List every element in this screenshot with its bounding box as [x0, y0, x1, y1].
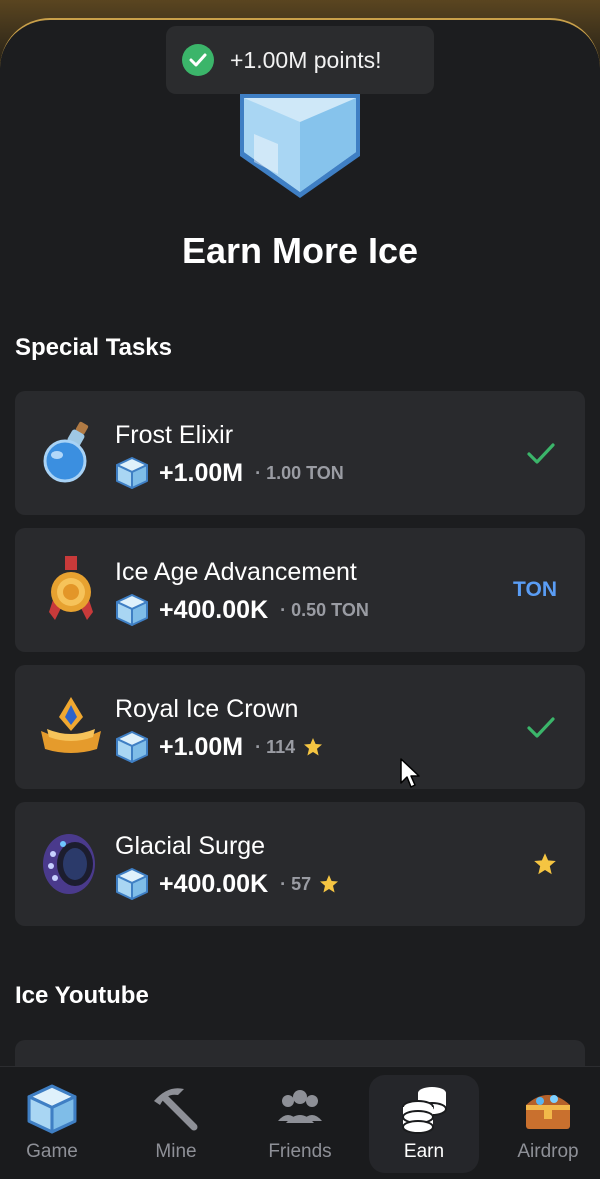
coins-icon	[402, 1087, 447, 1134]
star-icon	[320, 875, 339, 893]
page-title: Earn More Ice	[181, 230, 419, 271]
task-price-text: · 57	[280, 873, 312, 894]
task-name: Frost Elixir	[115, 421, 234, 449]
section-title-special-tasks: Special Tasks	[15, 334, 172, 361]
reward-amount: +1.00M	[159, 732, 244, 761]
nav-item-airdrop[interactable]: Airdrop	[493, 1075, 600, 1173]
bottom-nav: Game Mine Friends Earn Airdrop	[0, 1066, 600, 1179]
check-circle-icon	[182, 44, 214, 76]
nav-label: Mine	[155, 1141, 197, 1162]
toast-message: +1.00M points!	[230, 46, 382, 73]
task-price-text: · 1.00 TON	[255, 462, 344, 483]
task-reward: +1.00M · 114	[115, 729, 323, 765]
check-icon	[527, 443, 555, 464]
task-price-text: · 114	[255, 736, 296, 757]
task-status	[525, 711, 557, 743]
task-price: · 57	[280, 874, 339, 895]
task-card-frost-elixir[interactable]: Frost Elixir +1.00M · 1.00 TON	[15, 391, 585, 515]
task-reward: +1.00M · 1.00 TON	[115, 455, 344, 491]
task-status[interactable]	[533, 848, 557, 880]
treasure-chest-icon	[526, 1095, 570, 1129]
task-name: Ice Age Advancement	[115, 558, 357, 586]
task-reward: +400.00K · 0.50 TON	[115, 592, 369, 628]
ton-pay-button[interactable]: TON	[513, 578, 557, 602]
friends-icon	[278, 1090, 322, 1123]
nav-item-friends[interactable]: Friends	[245, 1075, 355, 1173]
reward-amount: +400.00K	[159, 869, 269, 898]
task-card-glacial-surge[interactable]: Glacial Surge +400.00K · 57	[15, 802, 585, 926]
task-card-ice-age-advancement[interactable]: Ice Age Advancement +400.00K · 0.50 TON …	[15, 528, 585, 652]
task-status	[525, 437, 557, 469]
check-icon	[527, 717, 555, 738]
ice-cube-icon	[116, 457, 148, 489]
task-reward: +400.00K · 57	[115, 866, 339, 902]
ice-cube-icon	[27, 1084, 77, 1134]
medal-icon	[39, 556, 103, 622]
nav-label: Earn	[403, 1141, 445, 1162]
potion-icon	[39, 419, 103, 485]
nav-label: Friends	[268, 1141, 332, 1162]
crown-icon	[39, 693, 103, 759]
ice-cube-icon	[234, 94, 366, 200]
mouse-cursor-icon	[400, 758, 420, 788]
task-name: Glacial Surge	[115, 832, 266, 860]
nav-item-mine[interactable]: Mine	[121, 1075, 231, 1173]
ice-cube-icon	[116, 868, 148, 900]
star-pay-button-icon[interactable]	[533, 852, 557, 876]
reward-amount: +400.00K	[159, 595, 269, 624]
nav-label: Airdrop	[517, 1141, 579, 1162]
task-status[interactable]: TON	[513, 574, 557, 606]
star-icon	[304, 738, 323, 756]
app-container: +1.00M points! Earn More Ice Special Tas…	[0, 18, 600, 1178]
ice-cube-icon	[116, 731, 148, 763]
ring-icon	[39, 830, 103, 896]
task-price-text: · 0.50 TON	[280, 599, 369, 620]
toast-notification: +1.00M points!	[166, 26, 434, 94]
pickaxe-icon	[154, 1088, 198, 1131]
nav-label: Game	[26, 1141, 78, 1162]
section-title-ice-youtube: Ice Youtube	[15, 982, 149, 1009]
nav-item-game[interactable]: Game	[0, 1075, 107, 1173]
task-price: · 1.00 TON	[255, 463, 344, 484]
task-price: · 0.50 TON	[280, 600, 369, 621]
task-card-royal-ice-crown[interactable]: Royal Ice Crown +1.00M · 114	[15, 665, 585, 789]
ice-cube-icon	[116, 594, 148, 626]
task-name: Royal Ice Crown	[115, 695, 299, 723]
task-price: · 114	[255, 737, 323, 758]
nav-item-earn[interactable]: Earn	[369, 1075, 479, 1173]
reward-amount: +1.00M	[159, 458, 244, 487]
